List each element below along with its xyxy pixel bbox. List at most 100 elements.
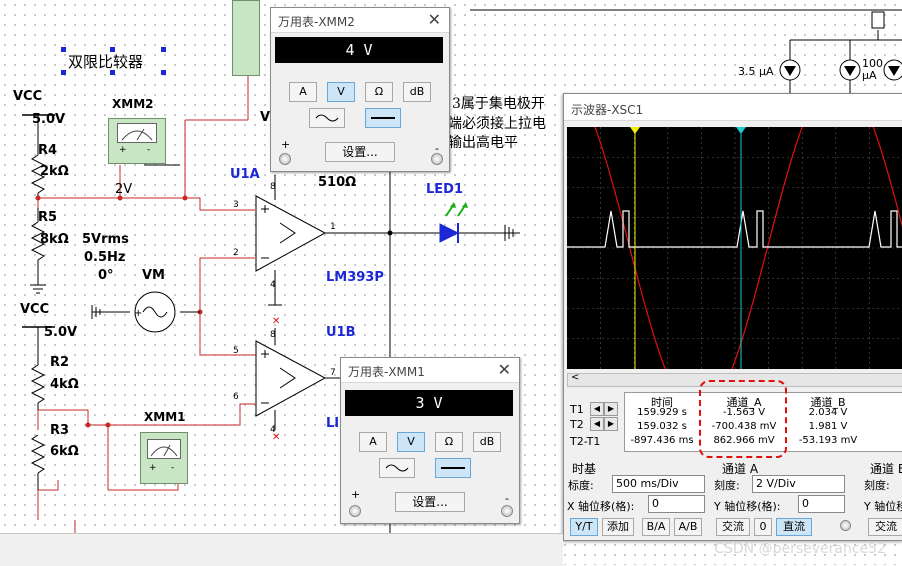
u1b-label: U1B [326,325,356,340]
xmm2-plus-label: + [281,138,291,151]
t1-time: 159.929 s [637,407,687,418]
xmm1-reading: 3 V [345,390,513,416]
xmm2-ammeter-button[interactable]: A [289,82,317,102]
xmm2-title: 万用表-XMM2 [278,15,355,29]
vcc-bottom-label: VCC [20,302,50,317]
xmm2-db-button[interactable]: dB [403,82,431,102]
pullup-resistor-value: 510Ω [318,175,357,190]
source-phase: 0° [98,268,114,283]
note-line-3: 输出高电平 [448,135,518,151]
close-icon[interactable]: ✕ [498,360,511,379]
v-fragment-label: V [260,110,271,125]
scroll-left-icon[interactable]: < [571,372,579,383]
xmm1-settings-button[interactable]: 设置... [395,492,465,512]
xmm2-dc-button[interactable] [365,108,401,128]
current-source-1-value: 3.5 μA [738,65,774,78]
xmm1-minus-label: - [505,492,509,505]
pin-u1a-gnd: 4 [270,280,276,290]
xmm1-title: 万用表-XMM1 [348,365,425,379]
xmm2-voltmeter-button[interactable]: V [327,82,355,102]
xmm1-plus-terminal-icon[interactable] [349,505,361,517]
xmm2-plus-terminal-icon[interactable] [279,153,291,165]
pin-u1b-in-minus: 6 [233,392,239,402]
highlight-annotation [699,380,787,458]
xmm2-voltage-label: 2V [115,182,133,197]
t1-left-arrow-icon[interactable]: ◀ [590,402,604,416]
xmm2-meter-symbol[interactable]: + - [108,118,166,164]
t1-right-arrow-icon[interactable]: ▶ [604,402,618,416]
xmm2-minus-terminal-icon[interactable] [431,153,443,165]
ba-mode-button[interactable]: B/A [642,518,670,536]
title-label-box[interactable]: 双限比较器 [61,47,166,75]
r4-label: R4 [38,143,58,158]
y-position-label: Y 轴位移(格): [714,500,781,513]
channel-a-dc-button[interactable]: 直流 [776,518,812,536]
row-label-t2-t1: T2-T1 [570,435,601,448]
xmm1-ohmmeter-button[interactable]: Ω [435,432,463,452]
vcc-top-label: VCC [13,89,43,104]
t2-right-arrow-icon[interactable]: ▶ [604,417,618,431]
pin-u1b-out: 7 [330,368,336,378]
x-position-label: X 轴位移(格): [567,500,635,513]
oscilloscope-window[interactable]: 示波器-XSC1 < T1 T2 T2-T1 ◀ ▶ ◀ ▶ 时间 通道_A 通… [563,93,902,541]
xmm1-plus-label: + [351,488,361,501]
xmm2-window[interactable]: 万用表-XMM2 ✕ 4 V A V Ω dB + - 设置... [270,7,450,172]
ab-mode-button[interactable]: A/B [674,518,702,536]
r4-value: 2kΩ [40,164,69,179]
no-connect-marker: ✕ [272,316,281,327]
oscilloscope-titlebar[interactable]: 示波器-XSC1 [564,94,902,121]
t1-channel-b: 2.034 V [808,407,848,418]
xmm1-dc-button[interactable] [435,458,471,478]
current-source-2[interactable] [838,56,862,86]
channel-a-terminal-icon[interactable] [840,520,851,531]
bottom-scrollbar-area[interactable] [0,533,563,566]
led-symbol[interactable] [432,198,492,244]
u1a-comparator[interactable] [255,195,327,273]
xmm1-db-button[interactable]: dB [473,432,501,452]
channel-b-ac-button[interactable]: 交流 [868,518,902,536]
source-plus-sign: + [134,308,142,319]
current-source-1[interactable] [778,56,802,86]
t2-left-arrow-icon[interactable]: ◀ [590,417,604,431]
channel-a-zero-button[interactable]: 0 [754,518,772,536]
xmm2-minus-terminal: - [147,145,151,155]
close-icon[interactable]: ✕ [428,10,441,29]
xmm1-window[interactable]: 万用表-XMM1 ✕ 3 V A V Ω dB + - 设置... [340,357,520,524]
xmm1-voltmeter-button[interactable]: V [397,432,425,452]
led-label: LED1 [426,182,464,197]
source-name: VM [142,268,165,283]
pin-u1a-out: 1 [330,222,336,232]
y-position-field[interactable]: 0 [798,495,845,513]
channel-a-ac-button[interactable]: 交流 [716,518,750,536]
oscilloscope-title: 示波器-XSC1 [571,103,644,117]
u1b-comparator[interactable] [255,340,327,418]
xmm2-ac-button[interactable] [309,108,345,128]
pin-u1a-vcc: 8 [270,182,276,192]
timebase-scale-field[interactable]: 500 ms/Div [612,475,705,493]
title-label: 双限比较器 [68,53,144,71]
watermark: CSDN @perseverance52 [714,541,886,557]
x-position-field[interactable]: 0 [648,495,705,513]
timebase-heading: 时基 [572,462,597,476]
add-mode-button[interactable]: 添加 [602,518,634,536]
vcc-top-value: 5.0V [32,112,66,127]
ac-wave-icon [315,114,339,122]
xmm1-minus-terminal-icon[interactable] [501,505,513,517]
yt-mode-button[interactable]: Y/T [570,518,598,536]
channel-a-scale-field[interactable]: 2 V/Div [752,475,845,493]
xmm2-label: XMM2 [112,97,154,111]
note-line-2: 端必须接上拉电 [448,116,546,132]
xmm1-meter-symbol[interactable]: + - [140,432,188,484]
xmm1-ammeter-button[interactable]: A [359,432,387,452]
xmm2-titlebar[interactable]: 万用表-XMM2 ✕ [271,8,449,33]
xmm1-titlebar[interactable]: 万用表-XMM1 ✕ [341,358,519,383]
ac-source-symbol[interactable]: + [130,290,180,336]
oscilloscope-screen[interactable] [567,127,902,369]
r3-value: 6kΩ [50,444,79,459]
xmm1-ac-button[interactable] [379,458,415,478]
xmm2-ohmmeter-button[interactable]: Ω [365,82,393,102]
partial-meter-symbol[interactable] [232,0,260,76]
xmm1-minus-terminal: - [171,463,175,473]
xmm2-settings-button[interactable]: 设置... [325,142,395,162]
channel-b-heading: 通道 B [870,462,902,476]
